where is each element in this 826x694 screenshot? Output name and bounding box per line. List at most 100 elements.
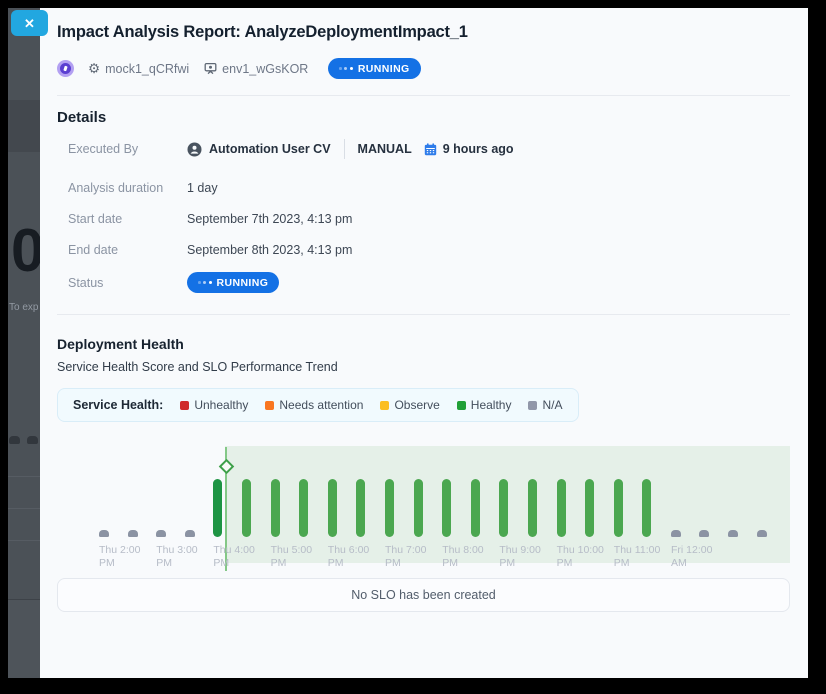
background-tab-stub: [9, 436, 20, 444]
legend-item-unhealthy: Unhealthy: [180, 398, 248, 412]
health-bar-thu-11-00-pm[interactable]: [614, 479, 623, 537]
healthy-swatch-icon: [457, 401, 466, 410]
health-bar-thu-3-00-pm[interactable]: [156, 530, 166, 537]
health-bar-thu-2-00-pm[interactable]: [99, 530, 109, 537]
header-divider: [57, 95, 790, 96]
report-meta-row: ⚙ mock1_qCRfwi env1_wGsKOR RUNNING: [57, 58, 790, 79]
health-bar-thu-4-00-pm[interactable]: [213, 479, 222, 537]
x-axis-label: Thu 4:00PM: [213, 544, 254, 571]
needs-attention-swatch-icon: [265, 401, 274, 410]
x-axis-label: Thu 3:00PM: [156, 544, 197, 571]
chart-subtitle: Service Health Score and SLO Performance…: [57, 360, 790, 374]
health-bar-thu-8-00-pm[interactable]: [442, 479, 451, 537]
details-heading: Details: [57, 109, 790, 126]
running-dots-icon: [198, 281, 212, 284]
detail-label: Analysis duration: [68, 181, 187, 195]
x-axis-label: Thu 7:00PM: [385, 544, 426, 571]
health-bar-thu-5-30-pm[interactable]: [299, 479, 308, 537]
detail-row-executed-by: Executed By Automation User CV MANUAL: [57, 139, 790, 159]
background-page: 0 To exp: [8, 8, 40, 678]
environment-name: env1_wGsKOR: [222, 62, 308, 76]
health-bar-thu-2-30-pm[interactable]: [128, 530, 138, 537]
running-dots-icon: [339, 67, 353, 70]
background-tab-stub: [27, 436, 38, 444]
status-badge: RUNNING: [328, 58, 420, 79]
health-bar-thu-7-30-pm[interactable]: [414, 479, 423, 537]
x-axis-label: Thu 11:00PM: [614, 544, 661, 571]
legend-item-observe: Observe: [380, 398, 439, 412]
vertical-divider: [344, 139, 345, 159]
analysis-duration-value: 1 day: [187, 181, 218, 195]
health-bar-fri-1-30-am[interactable]: [757, 530, 767, 537]
health-bar-thu-10-30-pm[interactable]: [585, 479, 594, 537]
x-axis-label: Thu 8:00PM: [442, 544, 483, 571]
health-bar-fri-12-00-am[interactable]: [671, 530, 681, 537]
health-bar-thu-4-30-pm[interactable]: [242, 479, 251, 537]
user-icon: [187, 142, 202, 157]
environment-chip[interactable]: env1_wGsKOR: [204, 62, 308, 76]
status-badge: RUNNING: [187, 272, 279, 293]
report-title: Impact Analysis Report: AnalyzeDeploymen…: [57, 22, 790, 43]
detail-row-status: Status RUNNING: [57, 272, 790, 293]
close-icon: ✕: [24, 16, 35, 31]
background-footer: [8, 599, 40, 678]
background-text-snippet: To exp: [9, 302, 38, 313]
health-bar-fri-12-30-am[interactable]: [699, 530, 709, 537]
legend-item-healthy: Healthy: [457, 398, 512, 412]
health-bar-thu-6-30-pm[interactable]: [356, 479, 365, 537]
executed-by-user: Automation User CV: [209, 142, 331, 156]
slo-empty-state: No SLO has been created: [57, 578, 790, 612]
trigger-type: MANUAL: [358, 142, 412, 156]
health-bar-thu-9-00-pm[interactable]: [499, 479, 508, 537]
x-axis-label: Thu 2:00PM: [99, 544, 140, 571]
calendar-icon: [424, 143, 437, 156]
detail-label: Status: [68, 276, 187, 290]
health-bar-thu-6-00-pm[interactable]: [328, 479, 337, 537]
na-swatch-icon: [528, 401, 537, 410]
deployment-health-heading: Deployment Health: [57, 336, 790, 352]
end-date-value: September 8th 2023, 4:13 pm: [187, 243, 352, 257]
health-bar-thu-8-30-pm[interactable]: [471, 479, 480, 537]
environment-icon: [204, 62, 217, 75]
monitored-service-name: mock1_qCRfwi: [105, 62, 189, 76]
detail-label: Executed By: [68, 142, 187, 156]
health-bar-fri-1-00-am[interactable]: [728, 530, 738, 537]
detail-row-start-date: Start date September 7th 2023, 4:13 pm: [57, 210, 790, 228]
gear-icon: ⚙: [88, 62, 100, 75]
x-axis-label: Thu 5:00PM: [271, 544, 312, 571]
health-bar-thu-11-30-pm[interactable]: [642, 479, 651, 537]
detail-row-end-date: End date September 8th 2023, 4:13 pm: [57, 241, 790, 259]
unhealthy-swatch-icon: [180, 401, 189, 410]
detail-label: End date: [68, 243, 187, 257]
x-axis-label: Thu 10:00PM: [557, 544, 604, 571]
executed-time-ago: 9 hours ago: [443, 142, 514, 156]
health-bar-thu-3-30-pm[interactable]: [185, 530, 195, 537]
start-date-value: September 7th 2023, 4:13 pm: [187, 212, 352, 226]
detail-row-analysis-duration: Analysis duration 1 day: [57, 179, 790, 197]
close-button[interactable]: ✕: [11, 10, 48, 36]
detail-label: Start date: [68, 212, 187, 226]
health-bar-thu-7-00-pm[interactable]: [385, 479, 394, 537]
health-bar-thu-10-00-pm[interactable]: [557, 479, 566, 537]
x-axis-label: Fri 12:00AM: [671, 544, 712, 571]
health-bar-thu-5-00-pm[interactable]: [271, 479, 280, 537]
monitored-service-chip[interactable]: ⚙ mock1_qCRfwi: [88, 62, 189, 76]
slo-empty-message: No SLO has been created: [351, 588, 496, 602]
impact-analysis-report-drawer: Impact Analysis Report: AnalyzeDeploymen…: [40, 8, 808, 678]
service-health-legend: Service Health: Unhealthy Needs attentio…: [57, 388, 579, 422]
legend-item-na: N/A: [528, 398, 562, 412]
observe-swatch-icon: [380, 401, 389, 410]
chart-bars: [97, 479, 783, 537]
impact-analysis-avatar-icon: [57, 60, 74, 77]
legend-title: Service Health:: [73, 398, 163, 412]
background-row-divider: [8, 508, 40, 509]
background-row-divider: [8, 540, 40, 541]
service-health-chart: Thu 2:00PM Thu 3:00PM Thu 4:00PM Thu 5:00PM…: [57, 435, 790, 572]
background-row-divider: [8, 476, 40, 477]
health-bar-thu-9-30-pm[interactable]: [528, 479, 537, 537]
background-count: 0: [11, 216, 40, 285]
background-header-band: [8, 100, 40, 152]
x-axis-label: Thu 6:00PM: [328, 544, 369, 571]
legend-item-needs-attention: Needs attention: [265, 398, 363, 412]
x-axis-label: Thu 9:00PM: [499, 544, 540, 571]
